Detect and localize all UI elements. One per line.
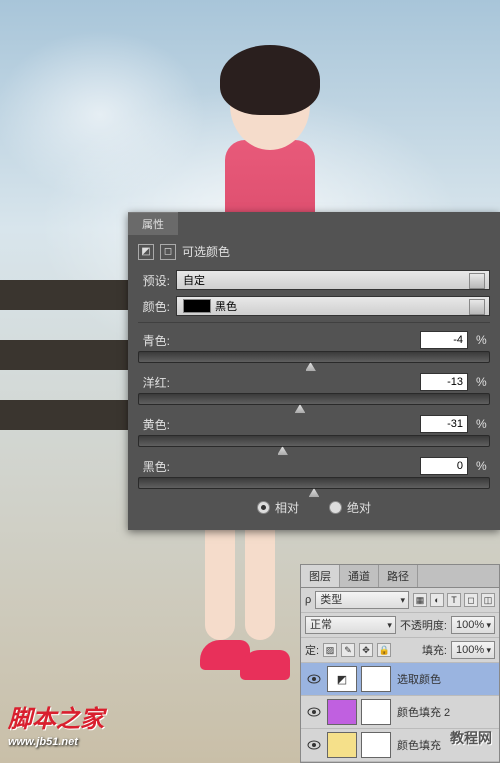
filter-type-icon[interactable]: T bbox=[447, 593, 461, 607]
properties-panel: 属性 ◩ ◻ 可选颜色 预设: 自定 颜色: 黑色 青色: -4 % 洋红: bbox=[128, 212, 500, 530]
adjustment-icon: ◩ bbox=[138, 244, 154, 260]
cyan-value[interactable]: -4 bbox=[420, 331, 468, 349]
color-swatch bbox=[183, 299, 211, 313]
slider-thumb[interactable] bbox=[305, 362, 317, 372]
black-label: 黑色: bbox=[138, 458, 170, 475]
colors-select[interactable]: 黑色 bbox=[176, 296, 490, 316]
magenta-slider[interactable] bbox=[138, 393, 490, 405]
cyan-label: 青色: bbox=[138, 332, 170, 349]
percent-label: % bbox=[476, 417, 490, 431]
visibility-eye-icon[interactable] bbox=[305, 704, 323, 720]
filter-adj-icon[interactable]: ◐ bbox=[430, 593, 444, 607]
relative-radio[interactable]: 相对 bbox=[257, 499, 299, 516]
black-value[interactable]: 0 bbox=[420, 457, 468, 475]
yellow-label: 黄色: bbox=[138, 416, 170, 433]
opacity-input[interactable]: 100% bbox=[451, 616, 495, 634]
radio-icon bbox=[329, 501, 342, 514]
slider-thumb[interactable] bbox=[277, 446, 289, 456]
layer-thumbnail: ◩ bbox=[327, 666, 357, 692]
magenta-label: 洋红: bbox=[138, 374, 170, 391]
slider-thumb[interactable] bbox=[294, 404, 306, 414]
percent-label: % bbox=[476, 375, 490, 389]
lock-all-icon[interactable]: 🔒 bbox=[377, 643, 391, 657]
slider-thumb[interactable] bbox=[308, 488, 320, 498]
fill-label: 填充: bbox=[422, 642, 447, 658]
layers-tabs: 图层 通道 路径 bbox=[301, 565, 499, 588]
percent-label: % bbox=[476, 333, 490, 347]
shoe bbox=[240, 650, 290, 680]
filter-image-icon[interactable]: ▦ bbox=[413, 593, 427, 607]
yellow-slider[interactable] bbox=[138, 435, 490, 447]
filter-smart-icon[interactable]: ◫ bbox=[481, 593, 495, 607]
yellow-value[interactable]: -31 bbox=[420, 415, 468, 433]
lock-move-icon[interactable]: ✥ bbox=[359, 643, 373, 657]
properties-tab[interactable]: 属性 bbox=[128, 212, 178, 235]
kind-label: ρ bbox=[305, 594, 311, 606]
tab-paths[interactable]: 路径 bbox=[379, 565, 418, 587]
cyan-slider[interactable] bbox=[138, 351, 490, 363]
railing bbox=[0, 280, 130, 480]
layer-mask-thumbnail bbox=[361, 732, 391, 758]
preset-select[interactable]: 自定 bbox=[176, 270, 490, 290]
layer-thumbnail bbox=[327, 699, 357, 725]
visibility-eye-icon[interactable] bbox=[305, 737, 323, 753]
black-slider[interactable] bbox=[138, 477, 490, 489]
filter-shape-icon[interactable]: ◻ bbox=[464, 593, 478, 607]
layer-item[interactable]: ◩ 选取颜色 bbox=[301, 663, 499, 696]
watermark-left: 脚本之家 www.jb51.net bbox=[8, 699, 104, 748]
visibility-eye-icon[interactable] bbox=[305, 671, 323, 687]
layer-item[interactable]: 颜色填充 2 bbox=[301, 696, 499, 729]
layer-thumbnail bbox=[327, 732, 357, 758]
preset-label: 预设: bbox=[138, 272, 170, 289]
blend-mode-select[interactable]: 正常 bbox=[305, 616, 396, 634]
percent-label: % bbox=[476, 459, 490, 473]
layer-mask-thumbnail bbox=[361, 666, 391, 692]
layer-name[interactable]: 选取颜色 bbox=[395, 671, 495, 687]
opacity-label: 不透明度: bbox=[400, 617, 447, 633]
fill-input[interactable]: 100% bbox=[451, 641, 495, 659]
layer-mask-thumbnail bbox=[361, 699, 391, 725]
radio-icon bbox=[257, 501, 270, 514]
lock-transparency-icon[interactable]: ▨ bbox=[323, 643, 337, 657]
magenta-value[interactable]: -13 bbox=[420, 373, 468, 391]
watermark-right: 教程网 bbox=[450, 728, 492, 748]
colors-label: 颜色: bbox=[138, 298, 170, 315]
kind-select[interactable]: 类型 bbox=[315, 591, 409, 609]
lock-label: 定: bbox=[305, 642, 319, 658]
tab-channels[interactable]: 通道 bbox=[340, 565, 379, 587]
panel-title-row: ◩ ◻ 可选颜色 bbox=[138, 243, 490, 260]
layer-name[interactable]: 颜色填充 2 bbox=[395, 704, 495, 720]
panel-title: 可选颜色 bbox=[182, 243, 230, 260]
absolute-radio[interactable]: 绝对 bbox=[329, 499, 371, 516]
mask-icon[interactable]: ◻ bbox=[160, 244, 176, 260]
tab-layers[interactable]: 图层 bbox=[301, 565, 340, 587]
lock-brush-icon[interactable]: ✎ bbox=[341, 643, 355, 657]
